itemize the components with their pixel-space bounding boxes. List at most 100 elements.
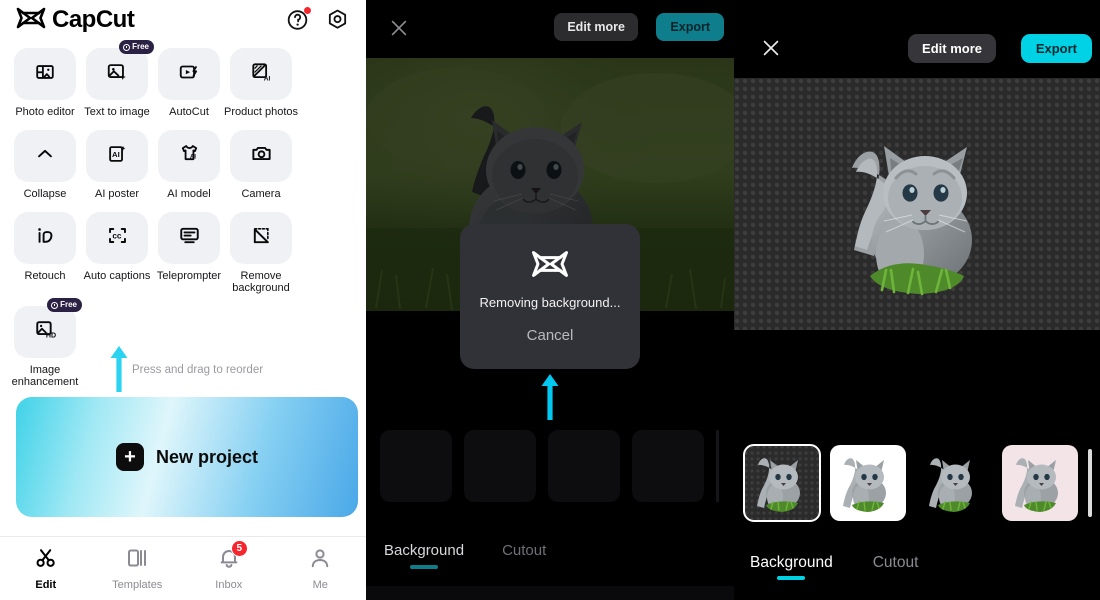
remove-background-icon: [250, 224, 273, 252]
plus-icon: +: [115, 443, 144, 471]
teleprompter-icon: [178, 224, 201, 252]
black-background-thumbnail[interactable]: [916, 445, 992, 521]
tool-retouch[interactable]: Retouch: [14, 212, 76, 294]
autocut-icon: [178, 61, 200, 88]
tab-label: Cutout: [502, 542, 547, 559]
chevron-up-icon: [34, 143, 56, 170]
brand: CapCut: [16, 6, 135, 34]
tool-label: Product photos: [224, 106, 298, 118]
product-photos-ai-icon: AI: [250, 61, 272, 88]
removing-background-dialog: Removing background... Cancel: [460, 224, 640, 369]
tool-teleprompter[interactable]: Teleprompter: [157, 212, 221, 294]
background-option-thumbnail[interactable]: [464, 430, 536, 502]
app-screenshot: CapCut Photo editor Free Text to image A…: [0, 0, 1100, 600]
background-options-strip: [366, 430, 734, 502]
tool-tile: Free: [86, 40, 154, 100]
tool-label: AI poster: [94, 188, 140, 200]
tab-cutout[interactable]: Cutout: [873, 554, 919, 572]
inbox-badge: 5: [230, 540, 248, 557]
kitten-thumbnail-image: [924, 451, 984, 515]
free-badge: Free: [119, 40, 154, 54]
scissors-icon: [34, 546, 58, 575]
nav-label: Templates: [112, 579, 163, 591]
tool-label: Auto captions: [83, 270, 151, 282]
left-panel-header: CapCut: [0, 0, 366, 40]
background-option-thumbnail-partial[interactable]: [1088, 449, 1092, 517]
tool-grid: Photo editor Free Text to image AutoCut …: [0, 40, 366, 400]
tool-image-enhancement[interactable]: Free HD Image enhancement: [12, 298, 82, 388]
cancel-button[interactable]: Cancel: [527, 327, 574, 344]
close-icon[interactable]: [388, 17, 410, 39]
up-arrow-annotation-icon: [110, 346, 128, 392]
free-badge: Free: [47, 298, 82, 312]
tool-ai-poster[interactable]: AI AI poster: [86, 130, 148, 200]
new-project-button[interactable]: + New project: [16, 397, 358, 517]
edit-more-button[interactable]: Edit more: [554, 13, 638, 41]
background-option-thumbnail[interactable]: [632, 430, 704, 502]
reorder-hint: Press and drag to reorder: [132, 364, 264, 376]
nav-item-edit[interactable]: Edit: [0, 546, 92, 591]
export-button[interactable]: Export: [656, 13, 724, 41]
white-background-thumbnail[interactable]: [830, 445, 906, 521]
cutout-kitten-preview: [834, 120, 1014, 310]
kitten-thumbnail-image: [752, 451, 812, 515]
help-icon[interactable]: [286, 7, 311, 32]
nav-item-templates[interactable]: Templates: [92, 546, 184, 591]
tab-active-indicator: [410, 565, 439, 569]
pink-background-thumbnail[interactable]: [1002, 445, 1078, 521]
settings-icon[interactable]: [326, 8, 350, 32]
export-button[interactable]: Export: [1020, 34, 1092, 63]
nav-item-inbox[interactable]: 5 Inbox: [183, 540, 275, 591]
templates-icon: [125, 546, 149, 575]
tool-collapse[interactable]: Collapse: [14, 130, 76, 200]
image-hd-icon: HD: [34, 318, 57, 346]
transparent-background-thumbnail[interactable]: [743, 444, 821, 522]
tool-label: AI model: [167, 188, 211, 200]
tool-tile: [230, 130, 292, 182]
free-badge-label: Free: [132, 42, 149, 51]
transparent-canvas[interactable]: [734, 78, 1100, 330]
background-option-thumbnail[interactable]: [548, 430, 620, 502]
tool-label: Teleprompter: [156, 270, 222, 282]
tool-camera[interactable]: Camera: [230, 130, 292, 200]
tool-tile: [230, 212, 292, 264]
free-badge-label: Free: [60, 300, 77, 309]
tool-tile: cc: [86, 212, 148, 264]
tab-background[interactable]: Background: [750, 554, 833, 580]
svg-text:HD: HD: [45, 332, 55, 340]
tool-remove-background[interactable]: Remove background: [230, 212, 292, 294]
tool-product-photos[interactable]: AI Product photos: [224, 48, 298, 118]
up-arrow-annotation-icon: [541, 374, 559, 420]
close-icon[interactable]: [760, 37, 782, 59]
camera-icon: [250, 142, 273, 170]
right-panel-tabs: Background Cutout: [734, 540, 1100, 592]
tool-text-to-image[interactable]: Free Text to image: [84, 40, 154, 118]
edit-more-button[interactable]: Edit more: [908, 34, 996, 63]
person-icon: [308, 546, 332, 575]
background-option-thumbnail-partial[interactable]: [716, 430, 719, 502]
bottom-navigation: Edit Templates 5 Inbox Me: [0, 536, 366, 600]
svg-text:AI: AI: [264, 75, 271, 82]
tab-cutout[interactable]: Cutout: [502, 542, 546, 560]
svg-text:AI: AI: [112, 149, 120, 158]
tool-ai-model[interactable]: AI AI model: [158, 130, 220, 200]
tool-photo-editor[interactable]: Photo editor: [14, 48, 76, 118]
tab-background[interactable]: Background: [384, 542, 465, 569]
ai-poster-icon: AI: [106, 143, 128, 170]
tool-auto-captions[interactable]: cc Auto captions: [84, 212, 150, 294]
tool-tile: [14, 130, 76, 182]
clock-icon: [51, 301, 59, 309]
tool-tile: Free HD: [14, 298, 82, 358]
photo-editor-icon: [34, 61, 56, 88]
nav-label: Edit: [35, 579, 57, 591]
kitten-thumbnail-image: [1010, 451, 1070, 515]
nav-item-me[interactable]: Me: [275, 546, 367, 591]
header-icons: [286, 7, 350, 32]
capcut-logo-icon: [16, 7, 46, 34]
tool-tile: [158, 212, 220, 264]
background-option-thumbnail[interactable]: [380, 430, 452, 502]
right-panel-header: Edit more Export: [734, 0, 1100, 78]
tab-label: Background: [384, 542, 465, 559]
tool-tile: [14, 48, 76, 100]
tool-autocut[interactable]: AutoCut: [158, 48, 220, 118]
